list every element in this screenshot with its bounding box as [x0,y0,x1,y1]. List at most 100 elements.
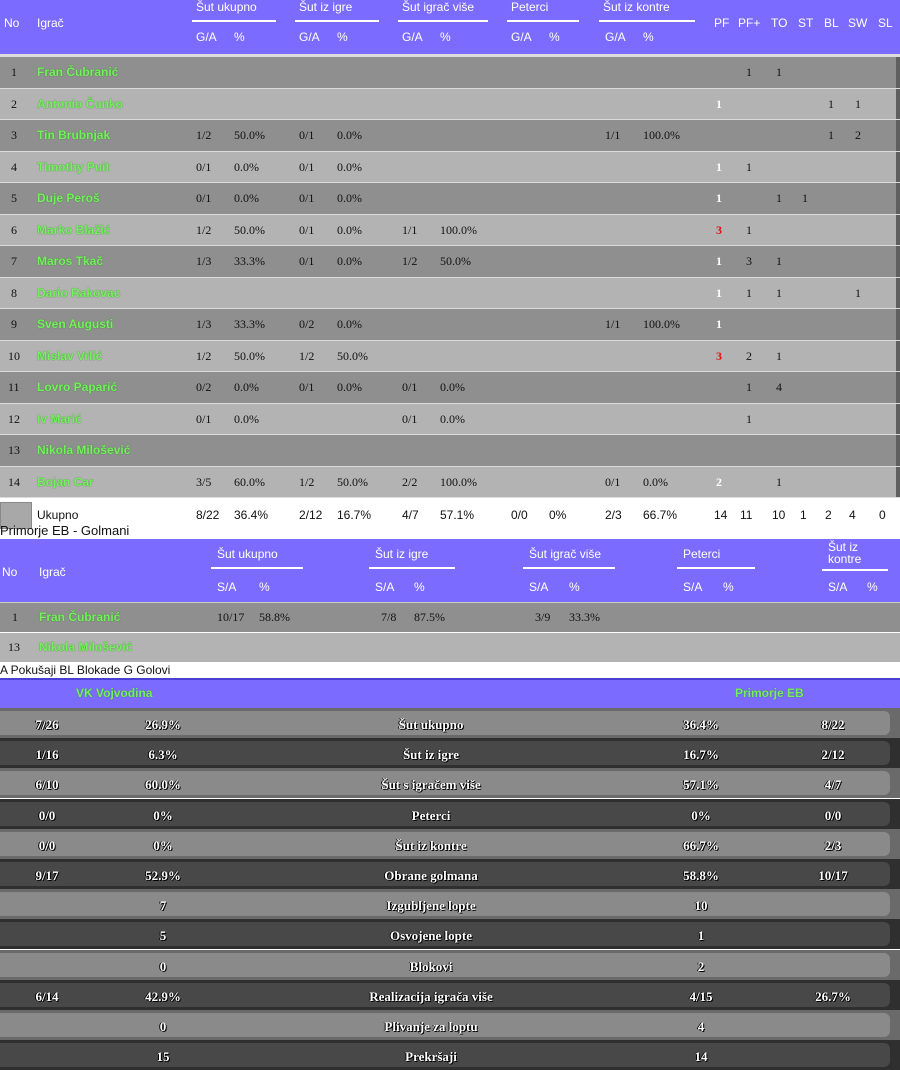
player-rows: 1 Fran Čubranić 1 1 2 Antonio Čunko 1 1 1 3 Tin Br… [0,57,900,498]
gk-cell: 87.5% [414,610,445,624]
comparison-label: Šut iz kontre [395,837,467,853]
comparison-value: 26.9% [145,717,181,732]
player-row: 7 Maros Tkač 1/3 33.3% 0/1 0.0% 1/2 50.0% 1 3 1 [0,246,900,278]
totals-cell: 0 [879,508,886,522]
stat-pf: 1 [716,317,722,331]
stat-pf: 3 [716,348,722,363]
stat-pf: 1 [716,285,722,300]
team-right: Primorje EB [735,686,804,700]
totals-cell: 2/12 [299,508,323,522]
player-name: Sven Augusti [37,317,114,331]
player-no: 10 [8,348,20,363]
stat-total-pct: 60.0% [234,474,265,489]
player-name: Antonio Čunko [37,96,123,111]
stat-field-ga: 0/1 [299,254,315,268]
sub-ga: G/A [299,30,320,44]
gk-sub-sa: S/A [683,580,703,594]
gk-sub-pct: % [259,580,270,594]
stat-total-pct: 33.3% [234,254,265,268]
gk-header-player: Igrač [39,565,66,579]
comparison-value: 0% [153,807,173,823]
totals-cell: 10 [772,508,786,522]
stat-total-ga: 0/1 [196,411,212,426]
goalkeeper-row: 13 Nikola Milošević [0,633,900,662]
player-name: Maros Tkač [37,254,104,268]
totals-cell: 36.4% [234,508,269,522]
sub-ga: G/A [196,30,217,44]
comparison-value: 1/16 [35,747,59,763]
comparison-value: 7 [159,898,167,914]
header-group-total: Šut ukupno [192,0,276,22]
comparison-header: VK Vojvodina Primorje EB [0,678,900,708]
stat-pf: 1 [716,159,722,174]
player-no: 11 [8,380,20,394]
comparison-row: 7/26 26.9% Šut ukupno 36.4% 8/22 [0,708,900,738]
gk-sub-sa: S/A [828,580,848,594]
comparison-label: Šut s igračem više [381,777,481,793]
player-name: Lovro Paparić [37,380,118,394]
player-no: 14 [8,474,20,489]
player-table-header: No Igrač Šut ukupno Šut iz igre Šut igra… [0,0,900,57]
comparison-value: 52.9% [145,868,181,883]
stat-to: 1 [776,474,782,489]
stat-pp-ga: 2/2 [402,474,418,489]
gk-sub-pct: % [414,580,425,594]
stat-pp-ga: 0/1 [402,411,418,426]
stat-total-pct: 0.0% [234,411,259,426]
comparison-value: 0/0 [38,837,56,853]
player-row: 13 Nikola Milošević [0,435,900,467]
stat-pp-pct: 100.0% [440,474,477,489]
comparison-row: 0/0 0% Šut iz kontre 66.7% 2/3 [0,828,900,859]
header-group-counter: Šut iz kontre [599,0,695,22]
comparison-value: 10/17 [818,868,848,883]
player-name: Marko Blažić [37,222,111,237]
gk-group-powerplay: Šut igrač više [523,547,615,569]
comparison-value: 9/17 [35,868,59,883]
comparison-value: 10 [694,898,708,914]
stat-field-ga: 1/2 [299,348,315,363]
header-player: Igrač [37,16,64,30]
player-no: 2 [11,96,17,111]
stat-ca-pct: 0.0% [643,474,668,489]
comparison-value: 2 [697,958,705,974]
stat-pf: 2 [716,474,722,489]
header-pf: PF [714,16,730,30]
totals-row: Ukupno 8/22 36.4% 2/12 16.7% 4/7 57.1% 0… [0,498,900,529]
stat-field-ga: 0/1 [299,128,315,142]
player-name: Mislav Vrlić [37,348,103,363]
player-name: Fran Čubranić [37,65,119,79]
gk-sub-sa: S/A [375,580,395,594]
sub-ga: G/A [511,30,532,44]
player-no: 13 [8,443,20,457]
comparison-row: 9/17 52.9% Obrane golmana 58.8% 10/17 [0,859,900,889]
goalkeepers-header: No Igrač Šut ukupno Šut iz igre Šut igra… [0,539,900,604]
comparison-value: 6/10 [35,777,59,793]
player-no: 6 [11,222,17,237]
header-pf-plus: PF+ [738,16,761,30]
legend: A Pokušaji BL Blokade G Golovi [0,663,171,677]
header-sl: SL [878,16,893,30]
stat-pf: 1 [716,96,722,111]
sub-ga: G/A [402,30,423,44]
comparison-row: 0 Plivanje za loptu 4 [0,1010,900,1040]
stat-pp-pct: 0.0% [440,411,465,426]
stat-ca-pct: 100.0% [643,317,680,331]
stat-to: 1 [776,191,782,205]
stat-st: 1 [802,191,808,205]
totals-cell: 11 [740,508,753,522]
player-name: Bojan Car [37,474,94,489]
player-name: Nikola Milošević [37,443,131,457]
stat-bl: 1 [828,96,834,111]
comparison-row: 0 Blokovi 2 [0,949,900,980]
stat-field-pct: 0.0% [337,159,362,174]
comparison-value: 2/3 [824,837,842,853]
stat-pp-pct: 100.0% [440,222,477,237]
comparison-value: 7/26 [35,717,59,732]
stat-to: 1 [776,285,782,300]
stat-field-pct: 0.0% [337,191,362,205]
comparison-value: 57.1% [683,777,719,793]
gk-group-total: Šut ukupno [211,547,303,569]
gk-sub-sa: S/A [217,580,237,594]
stat-field-ga: 0/1 [299,380,315,394]
stat-pp-ga: 1/1 [402,222,418,237]
